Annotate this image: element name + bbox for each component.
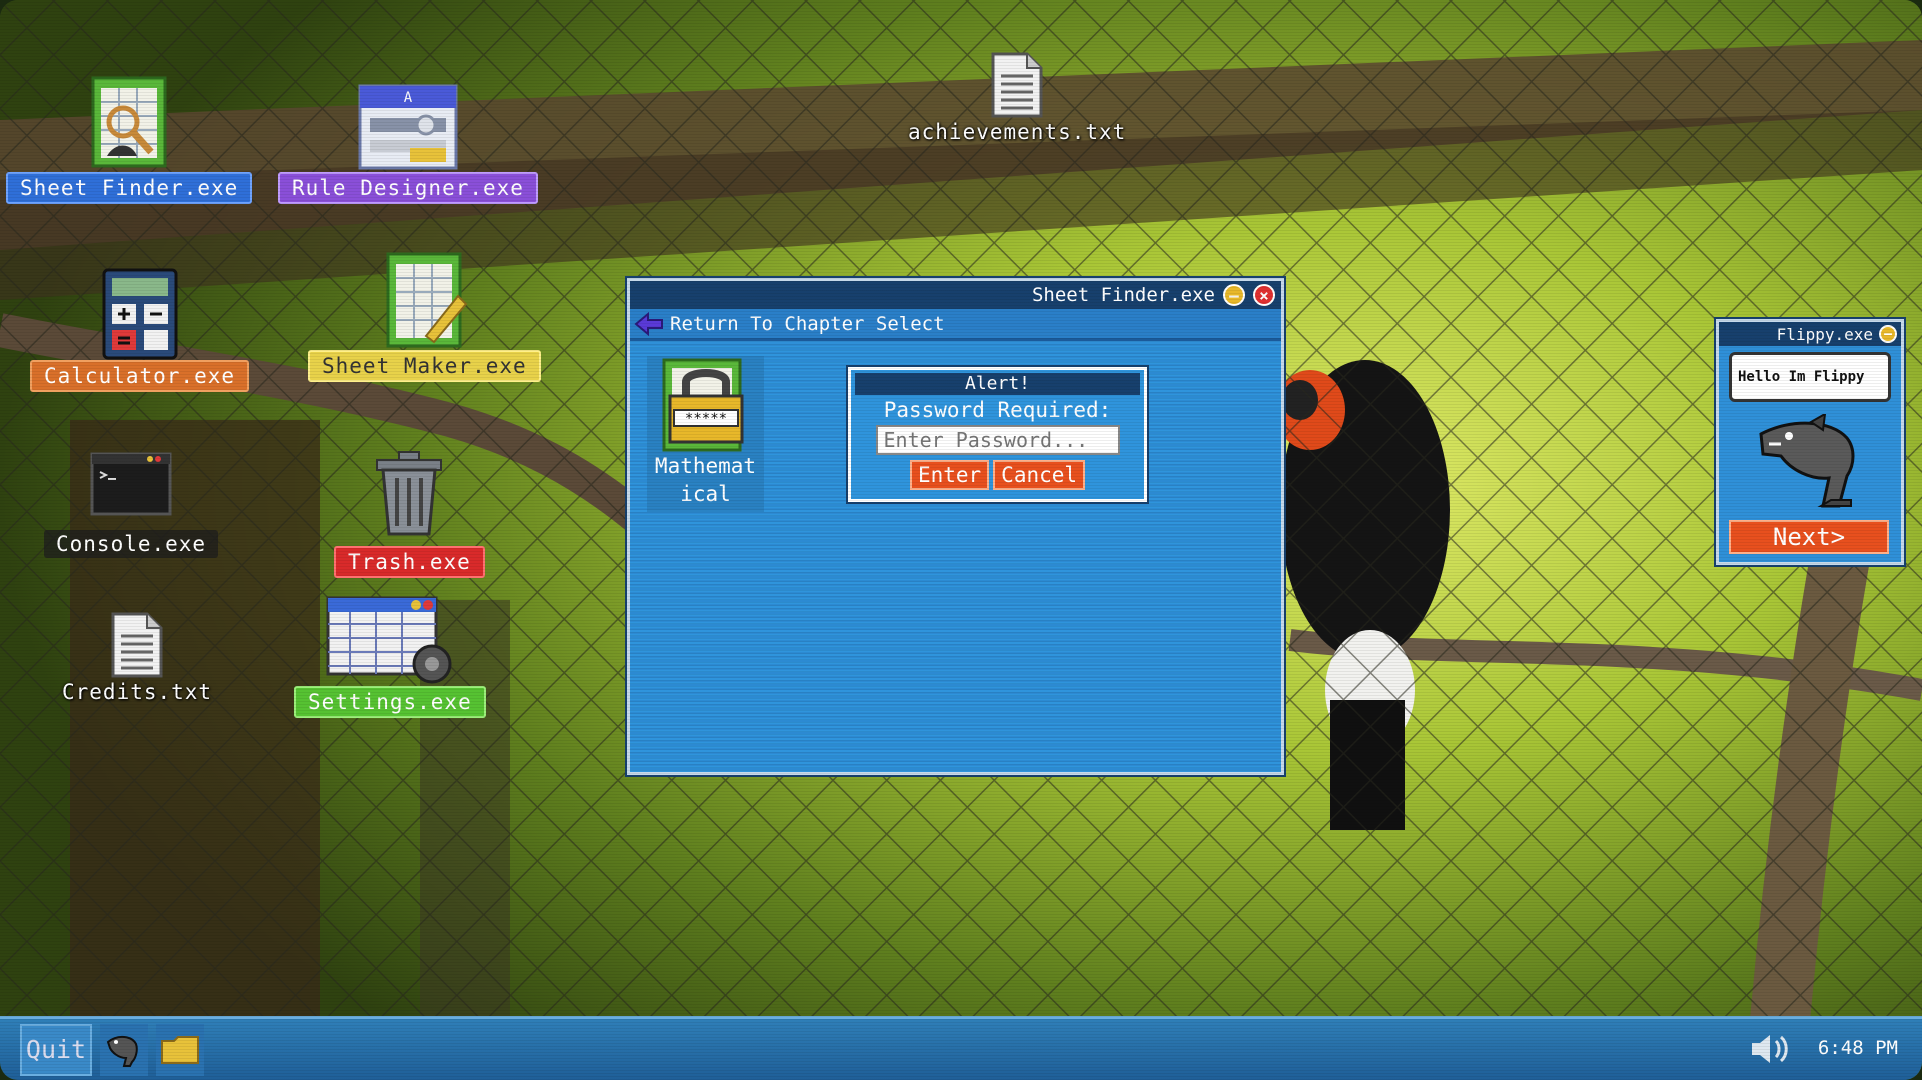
dolphin-icon: [106, 1035, 138, 1067]
file-name: Mathematical: [654, 454, 757, 506]
flippy-window[interactable]: Flippy.exe – Hello Im Flippy Next>: [1716, 319, 1904, 565]
password-input[interactable]: [875, 425, 1120, 455]
calculator-icon: [102, 268, 177, 360]
cancel-button[interactable]: Cancel: [993, 460, 1086, 490]
desktop-icon-label: Sheet Finder.exe: [6, 172, 253, 204]
dolphin-icon: [1759, 414, 1855, 508]
text-file-icon: [111, 612, 163, 678]
minimize-button[interactable]: –: [1879, 325, 1897, 343]
folder-icon: [161, 1035, 199, 1064]
quit-button[interactable]: Quit: [20, 1023, 92, 1076]
flippy-next-button[interactable]: Next>: [1729, 520, 1889, 554]
desktop-icon-sheet-finder[interactable]: Sheet Finder.exe: [6, 72, 253, 204]
nav-label: Return To Chapter Select: [670, 312, 945, 335]
desktop-icon-label: Sheet Maker.exe: [308, 350, 541, 382]
enter-button[interactable]: Enter: [909, 460, 990, 490]
desktop-icon-label: Console.exe: [44, 530, 219, 558]
volume-icon[interactable]: [1748, 1031, 1792, 1067]
taskbar: Quit 6:48 PM: [0, 1016, 1922, 1080]
desktop-icon-label: Rule Designer.exe: [278, 172, 538, 204]
desktop-icon-sheet-maker[interactable]: Sheet Maker.exe: [308, 250, 541, 382]
desktop-icon-achievements[interactable]: achievements.txt: [896, 52, 1138, 146]
desktop-icon-rule-designer[interactable]: A Rule Designer.exe: [278, 82, 538, 204]
sheet-finder-icon: [91, 76, 167, 168]
desktop-icon-credits[interactable]: Credits.txt: [50, 612, 224, 706]
flippy-title: Flippy.exe: [1776, 324, 1873, 344]
settings-icon: [326, 596, 452, 684]
desktop-icon-console[interactable]: Console.exe: [44, 452, 219, 558]
window-title: Sheet Finder.exe: [1031, 284, 1215, 306]
alert-title: Alert!: [855, 373, 1140, 395]
return-to-chapter-select-link[interactable]: Return To Chapter Select: [630, 309, 1281, 341]
desktop-icon-label: Credits.txt: [62, 680, 213, 704]
text-file-icon: [991, 52, 1043, 118]
file-item-mathematical[interactable]: ***** Mathematical: [647, 356, 764, 512]
svg-text:*****: *****: [684, 411, 726, 427]
rule-designer-icon: A: [358, 84, 458, 170]
taskbar-flippy-button[interactable]: [100, 1023, 148, 1076]
taskbar-folder-button[interactable]: [156, 1023, 204, 1076]
flippy-message: Hello Im Flippy: [1738, 369, 1865, 385]
desktop-icon-trash[interactable]: Trash.exe: [334, 448, 485, 578]
desktop-icon-label: Calculator.exe: [30, 360, 250, 392]
back-arrow-icon: [634, 311, 663, 336]
window-content: ***** Mathematical Alert! Password Requi…: [630, 344, 1281, 772]
desktop-icon-label: achievements.txt: [908, 120, 1127, 144]
desktop: Sheet Finder.exe A Rule Designer.exe ach…: [0, 0, 1922, 1080]
locked-sheet-icon: *****: [662, 358, 743, 452]
desktop-icon-label: Settings.exe: [294, 686, 486, 718]
window-titlebar[interactable]: Sheet Finder.exe – ×: [630, 281, 1281, 309]
trash-icon: [376, 451, 443, 536]
desktop-icon-label: Trash.exe: [334, 546, 485, 578]
password-prompt: Password Required:: [883, 398, 1112, 422]
desktop-icon-settings[interactable]: Settings.exe: [294, 594, 486, 718]
flippy-speech-bubble: Hello Im Flippy: [1729, 352, 1891, 402]
minimize-button[interactable]: –: [1223, 284, 1245, 306]
console-icon: [90, 452, 172, 516]
flippy-titlebar[interactable]: Flippy.exe –: [1719, 322, 1901, 346]
desktop-icon-calculator[interactable]: Calculator.exe: [30, 268, 250, 392]
svg-text:A: A: [404, 90, 413, 106]
close-button[interactable]: ×: [1253, 284, 1275, 306]
sheet-maker-icon: [386, 252, 468, 348]
sheet-finder-window[interactable]: Sheet Finder.exe – × Return To Chapter S…: [627, 278, 1284, 775]
clock: 6:48 PM: [1817, 1037, 1898, 1059]
password-alert-dialog[interactable]: Alert! Password Required: Enter Cancel: [848, 367, 1147, 502]
